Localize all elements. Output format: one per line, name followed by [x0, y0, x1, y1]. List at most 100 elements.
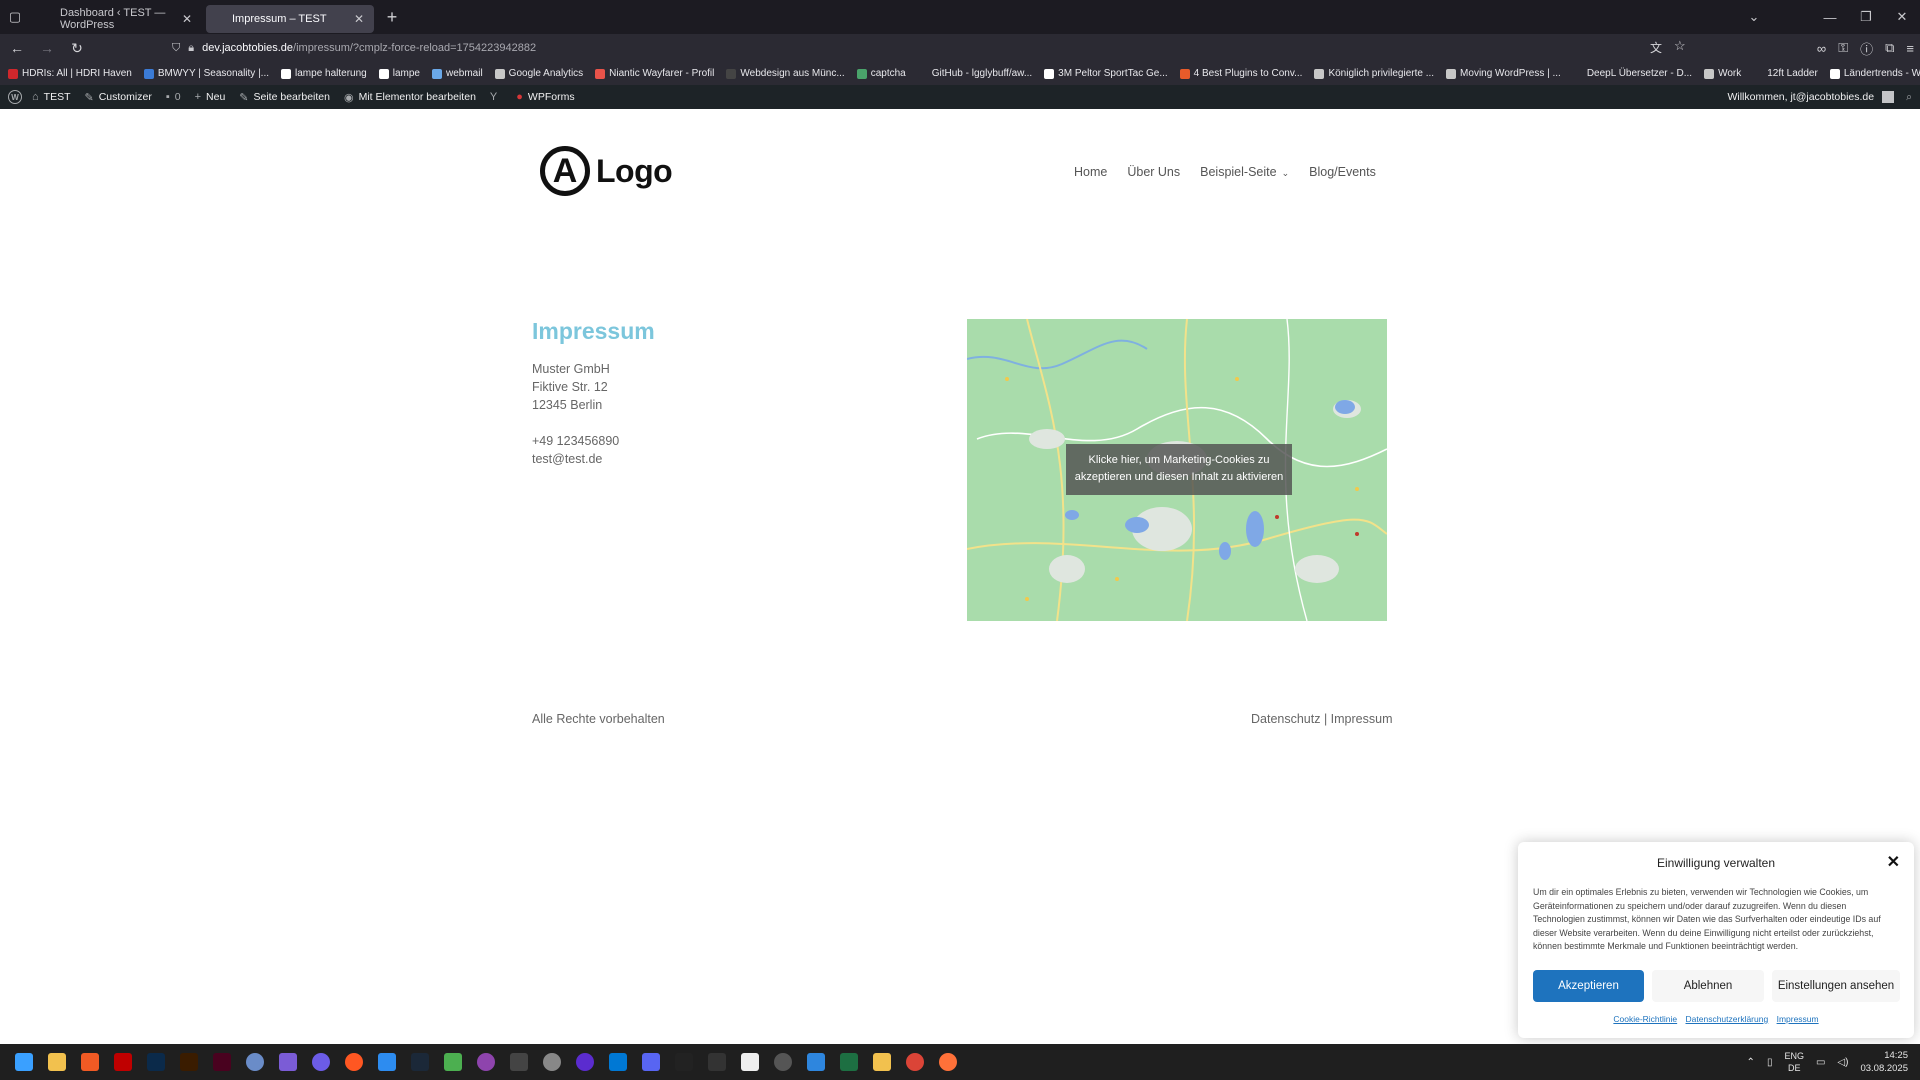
restore-icon[interactable]: ❐: [1848, 9, 1884, 25]
close-icon[interactable]: ✕: [1887, 852, 1900, 872]
bookmark-item[interactable]: GitHub - lgglybuff/aw...: [917, 68, 1032, 79]
discord-icon[interactable]: [642, 1053, 660, 1071]
admin-elementor[interactable]: ◉ Mit Elementor bearbeiten: [344, 91, 476, 104]
app-icon[interactable]: [312, 1053, 330, 1071]
privacy-policy-link[interactable]: Datenschutzerklärung: [1686, 1014, 1769, 1024]
close-icon[interactable]: ✕: [354, 12, 364, 26]
windows-start-icon[interactable]: [15, 1053, 33, 1071]
reload-icon[interactable]: ↻: [64, 40, 90, 57]
steam-icon[interactable]: [411, 1053, 429, 1071]
info-icon[interactable]: ⓘ: [1860, 39, 1873, 58]
bookmark-item[interactable]: HDRIs: All | HDRI Haven: [8, 68, 132, 79]
email[interactable]: test@test.de: [532, 450, 619, 468]
vscode-icon[interactable]: [609, 1053, 627, 1071]
brave-browser-icon[interactable]: [81, 1053, 99, 1071]
excel-icon[interactable]: [840, 1053, 858, 1071]
bookmark-item[interactable]: DeepL Übersetzer - D...: [1572, 68, 1692, 79]
bookmark-item[interactable]: 4 Best Plugins to Conv...: [1179, 68, 1302, 79]
app-icon[interactable]: [246, 1053, 264, 1071]
clock[interactable]: 14:25 03.08.2025: [1860, 1049, 1908, 1075]
language-indicator[interactable]: ENG DE: [1784, 1050, 1804, 1074]
bookmark-item[interactable]: webmail: [431, 68, 483, 79]
lock-icon[interactable]: 🔒︎: [188, 42, 194, 55]
deny-button[interactable]: Ablehnen: [1652, 970, 1764, 1002]
chevron-up-icon[interactable]: ⌃: [1747, 1057, 1755, 1068]
nav-blog-events[interactable]: Blog/Events: [1309, 165, 1376, 179]
key-icon[interactable]: ⚿: [1838, 40, 1848, 56]
close-window-icon[interactable]: ✕: [1884, 9, 1920, 25]
back-arrow-icon[interactable]: ←: [4, 40, 30, 56]
bookmark-item[interactable]: captcha: [856, 68, 906, 79]
nav-beispiel-seite[interactable]: Beispiel-Seite ⌄: [1200, 165, 1289, 179]
search-icon[interactable]: ⌕: [1906, 91, 1912, 104]
bookmark-item[interactable]: Königlich privilegierte ...: [1314, 68, 1434, 79]
new-tab-button[interactable]: +: [378, 3, 406, 31]
phone[interactable]: +49 123456890: [532, 432, 619, 450]
view-settings-button[interactable]: Einstellungen ansehen: [1772, 970, 1900, 1002]
map-consent-overlay[interactable]: Klicke hier, um Marketing-Cookies zu akz…: [1066, 444, 1292, 495]
app-icon[interactable]: [741, 1053, 759, 1071]
minimize-icon[interactable]: —: [1812, 10, 1848, 25]
bookmark-item[interactable]: lampe halterung: [281, 68, 367, 79]
filezilla-icon[interactable]: [114, 1053, 132, 1071]
infinity-icon[interactable]: ∞: [1817, 41, 1826, 56]
bookmark-item[interactable]: 3M Peltor SportTac Ge...: [1044, 68, 1168, 79]
app-icon[interactable]: [444, 1053, 462, 1071]
admin-wpforms[interactable]: ● WPForms: [516, 91, 574, 103]
illustrator-icon[interactable]: [180, 1053, 198, 1071]
admin-new[interactable]: + Neu: [195, 91, 226, 103]
chevron-down-icon[interactable]: ⌄: [1736, 9, 1772, 25]
map-placeholder[interactable]: Klicke hier, um Marketing-Cookies zu akz…: [967, 319, 1387, 621]
volume-icon[interactable]: ◁): [1837, 1057, 1848, 1068]
app-icon[interactable]: [708, 1053, 726, 1071]
tab-dashboard[interactable]: Dashboard ‹ TEST — WordPress ✕: [34, 5, 202, 33]
admin-account[interactable]: Willkommen, jt@jacobtobies.de ⌕: [1727, 85, 1912, 109]
mic-icon[interactable]: ▯: [1767, 1057, 1773, 1068]
admin-customizer[interactable]: ✎ Customizer: [85, 91, 152, 104]
app-icon[interactable]: [477, 1053, 495, 1071]
app-icon[interactable]: [807, 1053, 825, 1071]
firefox-icon[interactable]: [939, 1053, 957, 1071]
tab-impressum[interactable]: Impressum – TEST ✕: [206, 4, 374, 33]
admin-edit-page[interactable]: ✎ Seite bearbeiten: [239, 91, 330, 104]
admin-yoast[interactable]: Y: [490, 91, 502, 103]
site-logo[interactable]: A Logo: [540, 146, 673, 196]
network-icon[interactable]: ▭: [1816, 1057, 1825, 1068]
app-icon[interactable]: [345, 1053, 363, 1071]
app-icon[interactable]: [279, 1053, 297, 1071]
star-icon[interactable]: ☆: [1674, 38, 1686, 54]
bookmark-item[interactable]: 12ft Ladder: [1753, 68, 1818, 79]
app-icon[interactable]: [576, 1053, 594, 1071]
bookmark-item[interactable]: lampe: [378, 68, 420, 79]
bookmark-item[interactable]: Moving WordPress | ...: [1446, 68, 1561, 79]
photoshop-icon[interactable]: [147, 1053, 165, 1071]
accept-button[interactable]: Akzeptieren: [1533, 970, 1644, 1002]
menu-icon[interactable]: ≡: [1906, 41, 1914, 56]
shield-icon[interactable]: ⛉: [172, 42, 180, 55]
footer-links[interactable]: Datenschutz | Impressum: [1251, 712, 1393, 726]
extensions-icon[interactable]: ⧉: [1885, 40, 1894, 56]
translate-icon[interactable]: 文: [1650, 39, 1662, 56]
app-icon[interactable]: [378, 1053, 396, 1071]
app-icon[interactable]: [675, 1053, 693, 1071]
admin-comments[interactable]: ▪ 0: [166, 91, 181, 103]
nav-home[interactable]: Home: [1074, 165, 1107, 179]
tab-list-icon[interactable]: ▢: [0, 0, 30, 34]
bookmark-item[interactable]: Ländertrends - Wahlkr...: [1829, 68, 1920, 79]
nav-ueber-uns[interactable]: Über Uns: [1127, 165, 1180, 179]
app-icon[interactable]: [543, 1053, 561, 1071]
bookmark-item[interactable]: Work: [1704, 68, 1741, 79]
admin-site[interactable]: ⌂ TEST: [32, 91, 71, 103]
cookie-policy-link[interactable]: Cookie-Richtlinie: [1613, 1014, 1677, 1024]
folder-icon[interactable]: [873, 1053, 891, 1071]
bookmark-item[interactable]: BMWYY | Seasonality |...: [143, 68, 269, 79]
close-icon[interactable]: ✕: [182, 12, 192, 26]
forward-arrow-icon[interactable]: →: [34, 40, 60, 56]
imprint-link[interactable]: Impressum: [1777, 1014, 1819, 1024]
file-explorer-icon[interactable]: [48, 1053, 66, 1071]
bookmark-item[interactable]: Google Analytics: [494, 68, 583, 79]
chrome-icon[interactable]: [906, 1053, 924, 1071]
wordpress-icon[interactable]: W: [8, 90, 22, 104]
app-icon[interactable]: [510, 1053, 528, 1071]
indesign-icon[interactable]: [213, 1053, 231, 1071]
